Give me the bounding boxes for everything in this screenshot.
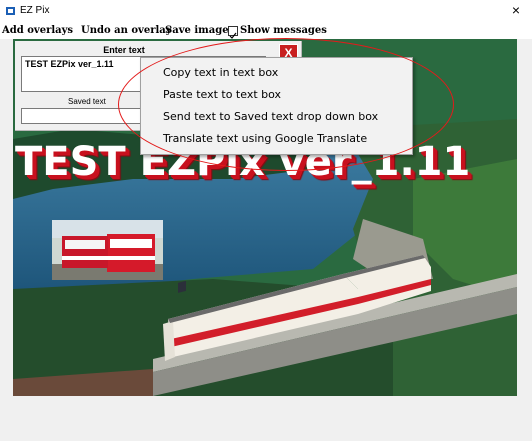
menu-add-overlays[interactable]: Add overlays xyxy=(2,25,73,36)
ez-pix-app-icon xyxy=(6,7,15,15)
show-messages-label[interactable]: Show messages xyxy=(240,25,327,36)
show-messages-checkbox[interactable] xyxy=(228,26,238,39)
title-bar: EZ Pix × xyxy=(0,0,532,22)
enter-text-label: Enter text xyxy=(103,45,145,55)
menu-save-image[interactable]: Save image xyxy=(165,25,229,36)
overlay-thumbnail[interactable] xyxy=(52,220,163,280)
window-title: EZ Pix xyxy=(20,5,50,16)
menu-copy-text[interactable]: Copy text in text box xyxy=(163,66,278,79)
context-menu: Copy text in text box Paste text to text… xyxy=(140,57,413,155)
saved-text-dropdown[interactable] xyxy=(21,108,145,124)
saved-text-label: Saved text xyxy=(68,97,106,106)
menu-bar: Add overlays Undo an overlay Save image … xyxy=(0,22,532,39)
menu-translate-text[interactable]: Translate text using Google Translate xyxy=(163,132,367,145)
menu-paste-text[interactable]: Paste text to text box xyxy=(163,88,281,101)
close-icon[interactable]: × xyxy=(512,2,520,18)
menu-send-to-saved[interactable]: Send text to Saved text drop down box xyxy=(163,110,378,123)
menu-undo-overlay[interactable]: Undo an overlay xyxy=(81,25,172,36)
